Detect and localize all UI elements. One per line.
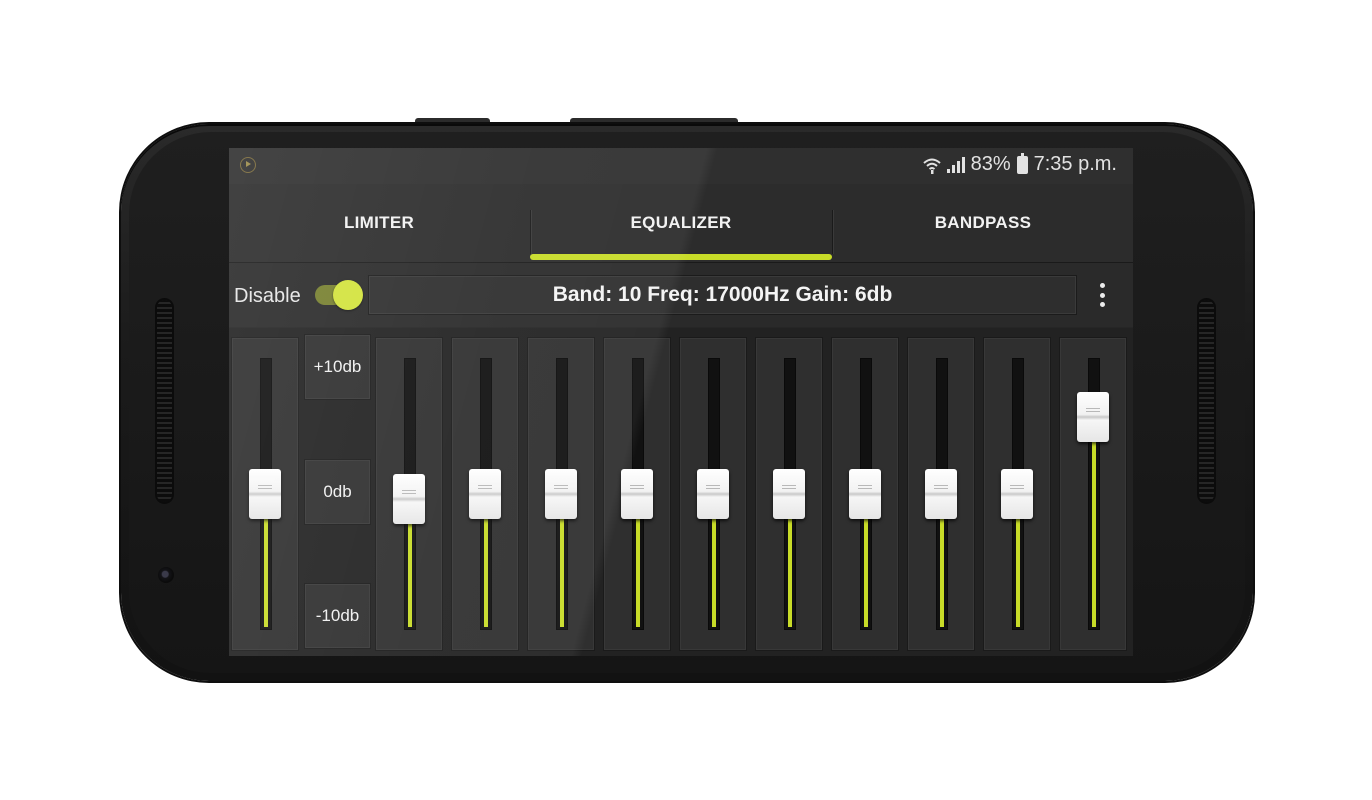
tab-equalizer[interactable]: EQUALIZER (531, 184, 831, 262)
band-slider-2[interactable] (451, 337, 519, 651)
tab-limiter[interactable]: LIMITER (229, 184, 529, 262)
scale-label-mid: 0db (304, 459, 371, 525)
slider-thumb[interactable] (1077, 392, 1109, 442)
app-notification-icon (240, 157, 256, 173)
control-bar: Disable Band: 10 Freq: 17000Hz Gain: 6db (229, 263, 1133, 327)
slider-thumb[interactable] (249, 469, 281, 519)
band-slider-7[interactable] (831, 337, 899, 651)
band-slider-9[interactable] (983, 337, 1051, 651)
status-bar: 83% 7:35 p.m. (229, 148, 1133, 184)
slider-thumb[interactable] (1001, 469, 1033, 519)
band-slider-8[interactable] (907, 337, 975, 651)
slider-thumb[interactable] (773, 469, 805, 519)
band-slider-3[interactable] (527, 337, 595, 651)
app-screen: 83% 7:35 p.m. LIMITER EQUALIZER BANDPASS… (229, 148, 1133, 656)
band-slider-4[interactable] (603, 337, 671, 651)
band-slider-5[interactable] (679, 337, 747, 651)
slider-thumb[interactable] (849, 469, 881, 519)
speaker-grille-left (157, 300, 172, 502)
band-slider-6[interactable] (755, 337, 823, 651)
band-info-display: Band: 10 Freq: 17000Hz Gain: 6db (368, 275, 1077, 315)
disable-toggle-knob[interactable] (333, 280, 363, 310)
band-slider-1[interactable] (375, 337, 443, 651)
battery-icon (1016, 152, 1028, 174)
preamp-slider[interactable] (231, 337, 299, 651)
slider-fill (1092, 418, 1096, 627)
slider-thumb[interactable] (545, 469, 577, 519)
slider-thumb[interactable] (469, 469, 501, 519)
active-tab-indicator (530, 254, 832, 260)
signal-icon (946, 156, 965, 173)
band-info-text: Band: 10 Freq: 17000Hz Gain: 6db (552, 283, 893, 306)
equalizer-panel: +10db 0db -10db (229, 328, 1133, 656)
front-camera (158, 567, 174, 583)
slider-thumb[interactable] (393, 474, 425, 524)
scale-label-bottom: -10db (304, 583, 371, 649)
slider-thumb[interactable] (925, 469, 957, 519)
more-vert-icon[interactable] (1095, 277, 1109, 313)
battery-percent: 83% (970, 153, 1011, 175)
slider-thumb[interactable] (697, 469, 729, 519)
tab-bar: LIMITER EQUALIZER BANDPASS (229, 184, 1133, 263)
band-slider-10[interactable] (1059, 337, 1127, 651)
scale-label-top: +10db (304, 334, 371, 400)
disable-label: Disable (234, 285, 301, 307)
slider-thumb[interactable] (621, 469, 653, 519)
tab-bandpass[interactable]: BANDPASS (833, 184, 1133, 262)
speaker-grille-right (1199, 300, 1214, 502)
clock: 7:35 p.m. (1033, 153, 1117, 175)
wifi-icon (922, 157, 941, 174)
